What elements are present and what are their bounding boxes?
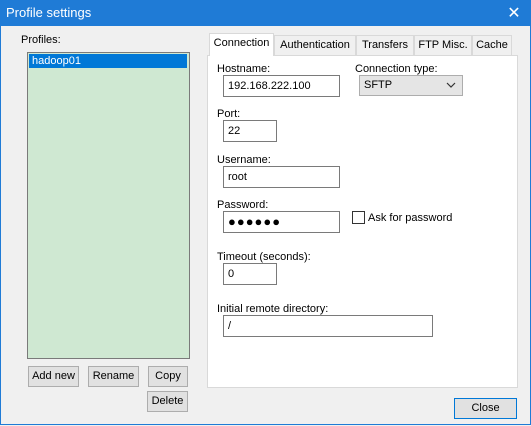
profiles-list[interactable]: hadoop01 (27, 52, 190, 359)
close-button[interactable]: Close (454, 398, 517, 419)
connection-type-value: SFTP (364, 79, 393, 91)
connection-type-label: Connection type: (355, 63, 438, 75)
title-bar: Profile settings ✕ (0, 0, 531, 26)
close-icon[interactable]: ✕ (503, 2, 525, 24)
tab-cache[interactable]: Cache (472, 35, 512, 55)
port-label: Port: (217, 108, 241, 120)
password-field[interactable]: ●●●●●● (223, 211, 340, 233)
tab-ftp-misc[interactable]: FTP Misc. (414, 35, 472, 55)
username-label: Username: (217, 154, 271, 166)
copy-button[interactable]: Copy (148, 366, 188, 387)
timeout-label: Timeout (seconds): (217, 251, 311, 263)
tab-authentication[interactable]: Authentication (274, 35, 356, 55)
password-label: Password: (217, 199, 269, 211)
delete-button[interactable]: Delete (147, 391, 188, 412)
window-title: Profile settings (6, 5, 92, 20)
timeout-field[interactable]: 0 (223, 263, 277, 285)
hostname-field[interactable]: 192.168.222.100 (223, 75, 340, 97)
remote-directory-label: Initial remote directory: (217, 303, 329, 315)
port-field[interactable]: 22 (223, 120, 277, 142)
list-item[interactable]: hadoop01 (29, 54, 187, 68)
chevron-down-icon (446, 82, 456, 88)
tab-connection[interactable]: Connection (209, 33, 274, 56)
remote-directory-field[interactable]: / (223, 315, 433, 337)
add-new-button[interactable]: Add new (28, 366, 79, 387)
username-field[interactable]: root (223, 166, 340, 188)
hostname-label: Hostname: (217, 63, 271, 75)
rename-button[interactable]: Rename (88, 366, 139, 387)
connection-type-select[interactable]: SFTP (359, 75, 463, 96)
ask-password-checkbox[interactable] (352, 211, 365, 224)
ask-password-label[interactable]: Ask for password (368, 212, 452, 224)
tab-transfers[interactable]: Transfers (356, 35, 414, 55)
profiles-label: Profiles: (21, 34, 61, 46)
